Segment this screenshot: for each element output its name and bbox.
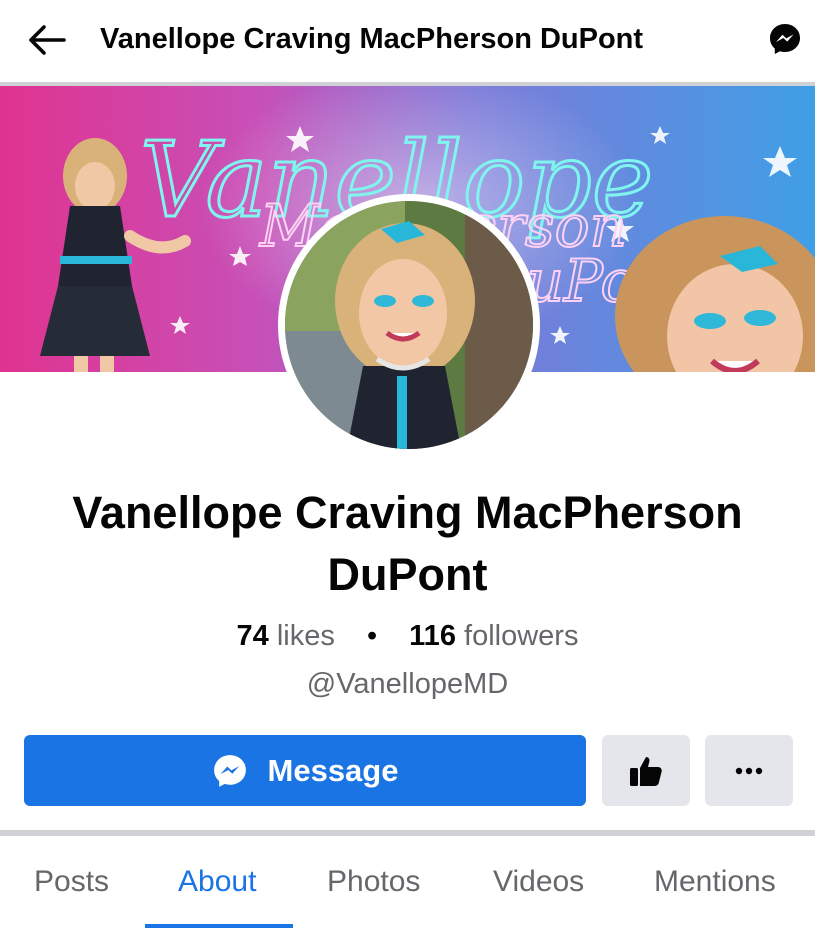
tab-posts[interactable]: Posts bbox=[34, 862, 109, 902]
messenger-icon bbox=[213, 754, 246, 787]
more-dots-icon bbox=[735, 767, 763, 774]
tab-mentions[interactable]: Mentions bbox=[654, 862, 776, 902]
arrow-left-icon bbox=[29, 25, 66, 55]
message-button-label: Message bbox=[267, 752, 399, 788]
stats-separator: • bbox=[366, 620, 378, 652]
page-tabs: Posts About Photos Videos Mentions bbox=[0, 836, 815, 928]
profile-picture[interactable] bbox=[278, 194, 540, 456]
tab-videos[interactable]: Videos bbox=[493, 862, 584, 902]
profile-photo bbox=[285, 201, 533, 449]
likes-count: 74 bbox=[236, 620, 269, 652]
page-stats: 74 likes • 116 followers bbox=[0, 616, 815, 656]
active-tab-indicator bbox=[145, 924, 293, 928]
followers-label: followers bbox=[464, 620, 579, 652]
message-button[interactable]: Message bbox=[24, 735, 586, 806]
page-handle: @VanellopeMD bbox=[306, 668, 509, 700]
top-bar: Vanellope Craving MacPherson DuPont bbox=[0, 0, 815, 82]
likes-label: likes bbox=[276, 620, 335, 652]
back-button[interactable] bbox=[22, 18, 72, 62]
page-title: Vanellope Craving MacPherson DuPont bbox=[100, 23, 644, 55]
messenger-button[interactable] bbox=[764, 18, 806, 60]
tab-about[interactable]: About bbox=[178, 862, 256, 902]
tab-photos[interactable]: Photos bbox=[327, 862, 420, 902]
followers-count: 116 bbox=[409, 620, 456, 652]
more-button[interactable] bbox=[705, 735, 793, 806]
thumbs-up-icon bbox=[630, 756, 662, 786]
like-button[interactable] bbox=[602, 735, 690, 806]
page-name: Vanellope Craving MacPherson DuPont bbox=[72, 487, 743, 600]
messenger-icon bbox=[770, 24, 800, 54]
